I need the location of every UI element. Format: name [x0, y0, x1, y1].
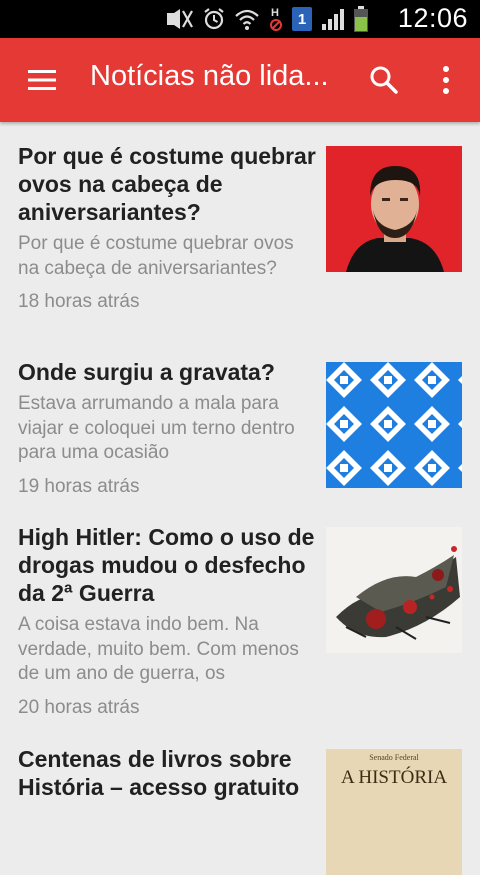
article-thumbnail: [326, 146, 462, 272]
toolbar: Notícias não lida...: [0, 38, 480, 122]
portrait-image: [326, 146, 462, 272]
article-snippet: Estava arrumando a mala para viajar e co…: [18, 393, 295, 463]
more-vert-icon[interactable]: [436, 64, 456, 96]
mute-icon: [167, 9, 193, 29]
article-thumbnail: [326, 362, 462, 488]
article-headline: Onde surgiu a gravata?: [18, 359, 275, 385]
battery-icon: [354, 6, 368, 32]
status-bar: H 1 12:06: [0, 0, 480, 38]
clock: 12:06: [397, 3, 468, 33]
page-title: Notícias não lida...: [90, 60, 329, 92]
article-thumbnail: [326, 527, 462, 653]
article-snippet: Por que é costume quebrar ovos na cabeça…: [18, 233, 294, 279]
notification-icon: 1: [292, 7, 312, 31]
wifi-icon: [235, 9, 259, 30]
signal-icon: [322, 9, 344, 30]
notification-count: 1: [297, 10, 307, 28]
menu-icon[interactable]: [26, 66, 58, 94]
book-publisher-text: Senado Federal: [369, 753, 419, 762]
article-snippet: A coisa estava indo bem. Na verdade, mui…: [18, 614, 299, 684]
search-icon[interactable]: [368, 64, 400, 96]
alarm-icon: [204, 8, 224, 30]
article-time: 20 horas atrás: [18, 696, 140, 718]
article-thumbnail: Senado Federal A HISTÓRIA: [326, 749, 462, 875]
pattern-image: [326, 362, 462, 488]
article-headline: Centenas de livros sobre História – aces…: [18, 746, 300, 800]
article-item[interactable]: Centenas de livros sobre História – aces…: [0, 725, 480, 875]
article-item[interactable]: Onde surgiu a gravata? Estava arrumando …: [0, 338, 480, 503]
illustration-image: [326, 527, 462, 653]
svg-text:H: H: [271, 7, 279, 19]
article-headline: Por que é costume quebrar ovos na cabeça…: [18, 143, 316, 225]
article-item[interactable]: Por que é costume quebrar ovos na cabeça…: [0, 122, 480, 338]
article-list: Por que é costume quebrar ovos na cabeça…: [0, 122, 480, 875]
article-time: 19 horas atrás: [18, 475, 140, 497]
article-headline: High Hitler: Como o uso de drogas mudou …: [18, 524, 315, 606]
article-item[interactable]: High Hitler: Como o uso de drogas mudou …: [0, 503, 480, 725]
book-title-text: A HISTÓRIA: [340, 767, 448, 788]
h-data-icon: H: [270, 7, 282, 31]
article-time: 18 horas atrás: [18, 291, 140, 312]
